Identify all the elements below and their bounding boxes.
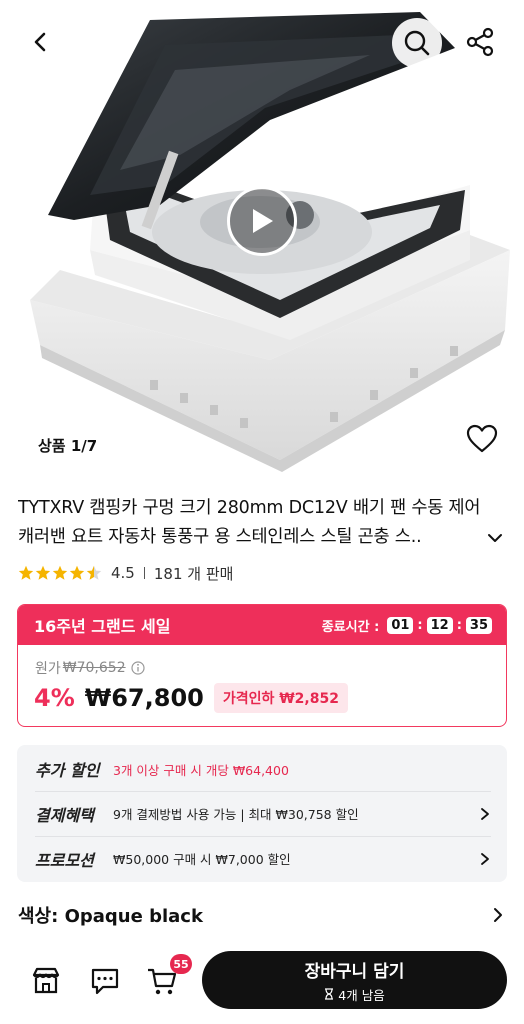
search-icon	[404, 30, 430, 56]
benefit-label: 프로모션	[35, 850, 94, 870]
sale-price: ₩67,800	[84, 684, 204, 712]
hourglass-icon	[325, 988, 334, 1000]
original-price: ₩70,652	[62, 660, 126, 676]
product-title: TYTXRV 캠핑카 구멍 크기 280mm DC12V 배기 팬 수동 제어 …	[18, 498, 481, 547]
share-button[interactable]	[460, 22, 500, 62]
chevron-left-icon	[34, 32, 46, 52]
add-to-cart-label: 장바구니 담기	[304, 961, 405, 982]
rating-row[interactable]: 4.5 181 개 판매	[18, 562, 233, 584]
price-drop-badge: 가격인하 ₩2,852	[213, 683, 348, 713]
timer-minutes: 12	[426, 616, 453, 634]
divider	[143, 567, 145, 579]
benefits-panel: 추가 할인 3개 이상 구매 시 개당 ₩64,400 결제혜택 9개 결제방법…	[17, 745, 507, 882]
chevron-right-icon	[481, 852, 489, 865]
share-icon	[466, 27, 494, 57]
heart-icon	[466, 424, 498, 453]
timer-hours: 01	[387, 616, 414, 634]
extra-discount-row: 추가 할인 3개 이상 구매 시 개당 ₩64,400	[35, 747, 491, 791]
benefit-label: 결제혜택	[35, 805, 94, 825]
star-icon	[18, 565, 34, 580]
timer-colon: :	[417, 617, 423, 633]
original-price-label: 원가	[35, 661, 61, 677]
chevron-right-icon	[481, 807, 489, 820]
benefit-label: 추가 할인	[35, 761, 100, 780]
stock-remaining-text: 4개 남음	[338, 987, 385, 1003]
product-image-gallery[interactable]: 상품 1/7	[0, 0, 524, 480]
benefit-text: 9개 결제방법 사용 가능 | 최대 ₩30,758 할인	[113, 807, 359, 822]
chat-button[interactable]	[89, 965, 121, 997]
countdown-timer: 종료시간 : 01 : 12 : 35	[322, 616, 492, 635]
timer-colon: :	[456, 617, 462, 633]
cart-count-badge: 55	[170, 954, 192, 974]
chat-icon	[91, 968, 119, 995]
benefit-text: ₩50,000 구매 시 ₩7,000 할인	[113, 852, 291, 867]
half-star-icon	[86, 565, 102, 580]
discount-percent: 4%	[34, 684, 75, 712]
timer-label: 종료시간 :	[321, 619, 380, 635]
expand-title-button[interactable]	[486, 529, 504, 547]
store-icon	[32, 967, 60, 994]
sale-name: 16주년 그랜드 세일	[34, 617, 171, 636]
star-icon	[69, 565, 85, 580]
search-button[interactable]	[392, 18, 442, 68]
play-video-button[interactable]	[227, 186, 297, 256]
original-price-row: 원가 ₩70,652	[35, 658, 145, 678]
price-row: 4% ₩67,800 가격인하 ₩2,852	[34, 683, 348, 713]
wishlist-button[interactable]	[466, 424, 498, 454]
color-option-label: 색상: Opaque black	[18, 906, 203, 927]
back-button[interactable]	[22, 24, 58, 60]
promotion-row[interactable]: 프로모션 ₩50,000 구매 시 ₩7,000 할인	[35, 836, 491, 880]
star-icon	[35, 565, 51, 580]
sold-count: 181 개 판매	[153, 564, 234, 583]
play-icon	[253, 209, 273, 233]
add-to-cart-button[interactable]: 장바구니 담기 4개 남음	[202, 951, 507, 1009]
color-option-selector[interactable]: 색상: Opaque black	[18, 900, 504, 930]
info-icon[interactable]	[131, 661, 145, 675]
rating-stars	[18, 565, 103, 581]
stock-remaining: 4개 남음	[324, 985, 385, 1004]
rating-value: 4.5	[111, 564, 135, 582]
store-button[interactable]	[30, 965, 62, 997]
chevron-down-icon	[488, 534, 502, 542]
sale-header: 16주년 그랜드 세일 종료시간 : 01 : 12 : 35	[18, 605, 506, 645]
image-counter: 상품 1/7	[38, 437, 98, 455]
chevron-right-icon	[494, 908, 502, 922]
payment-benefit-row[interactable]: 결제혜택 9개 결제방법 사용 가능 | 최대 ₩30,758 할인	[35, 791, 491, 835]
timer-seconds: 35	[465, 616, 492, 634]
sale-price-box: 16주년 그랜드 세일 종료시간 : 01 : 12 : 35 원가 ₩70,6…	[17, 604, 507, 727]
benefit-text: 3개 이상 구매 시 개당 ₩64,400	[113, 762, 289, 778]
star-icon	[52, 565, 68, 580]
